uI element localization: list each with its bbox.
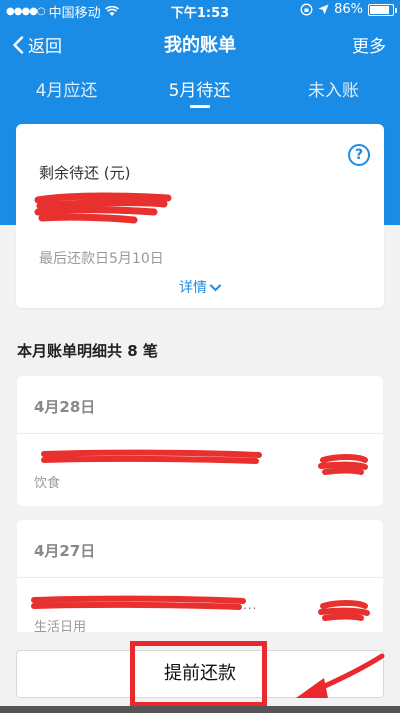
transaction-category: 饮食: [34, 476, 61, 491]
balance-summary-card: 剩余待还 (元) ? 最后还款日5月10日 详情: [16, 124, 384, 308]
redacted-amount: [318, 600, 370, 621]
last-repayment-date: 最后还款日5月10日: [39, 251, 164, 267]
annotation-arrow-icon: [296, 653, 385, 698]
nav-bar: 返回 我的账单 更多: [0, 24, 400, 64]
bill-tabs: 4月应还 5月待还 未入账: [0, 72, 400, 112]
battery-icon: [368, 3, 397, 16]
more-button[interactable]: 更多: [352, 32, 386, 57]
remaining-due-label: 剩余待还 (元): [39, 164, 131, 182]
details-label: 详情: [179, 280, 207, 296]
truncation-dots: ...: [243, 598, 258, 612]
redacted-amount: [318, 454, 368, 475]
transaction-card[interactable]: 4月27日 ... 生活日用: [17, 520, 383, 650]
help-icon[interactable]: ?: [348, 144, 370, 166]
redacted-merchant: [41, 449, 262, 464]
bill-detail-heading: 本月账单明细共 8 笔: [17, 342, 158, 360]
transaction-date: 4月28日: [34, 398, 96, 416]
location-icon: [318, 4, 329, 15]
redacted-amount: [34, 192, 172, 224]
rotation-lock-icon: [300, 3, 313, 16]
transaction-card[interactable]: 4月28日 饮食: [17, 376, 383, 506]
redacted-merchant: [31, 595, 246, 610]
tab-april-due[interactable]: 4月应还: [0, 76, 133, 101]
chevron-down-icon: [210, 284, 221, 292]
tab-unposted[interactable]: 未入账: [267, 76, 400, 101]
transaction-date: 4月27日: [34, 542, 96, 560]
details-link[interactable]: 详情: [16, 277, 384, 297]
divider: [17, 577, 383, 578]
battery-percent: 86%: [334, 2, 363, 17]
active-tab-indicator: [190, 105, 210, 108]
status-bar: ●●●●○ 中国移动 下午1:53 86%: [0, 0, 400, 21]
page-title: 我的账单: [164, 35, 236, 56]
tab-may-pending[interactable]: 5月待还: [133, 76, 266, 101]
divider: [17, 433, 383, 434]
bottom-edge-bar: [0, 706, 400, 713]
